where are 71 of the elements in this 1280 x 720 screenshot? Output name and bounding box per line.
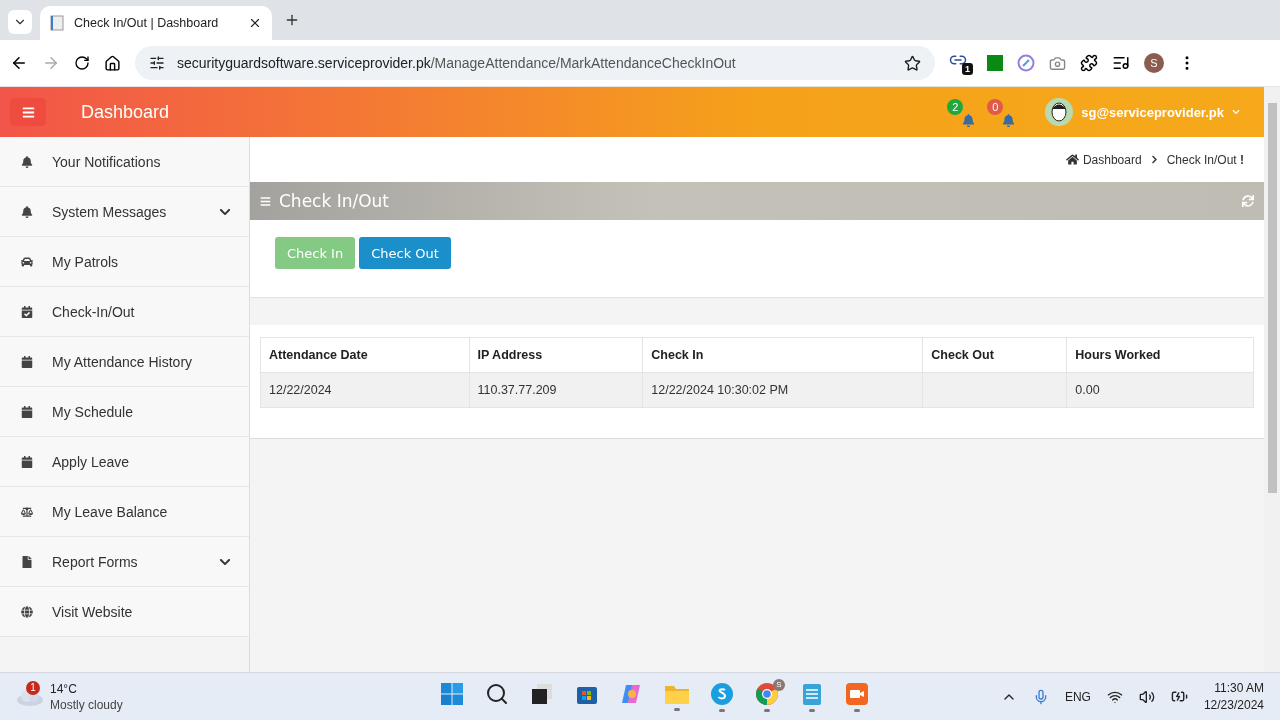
breadcrumb-item: Check In/Out !	[1166, 152, 1244, 167]
calendar-icon	[21, 455, 33, 468]
address-bar[interactable]: securityguardsoftware.serviceprovider.pk/ManageAttendance/MarkAttendanceCheckInOut	[135, 46, 935, 80]
avatar-icon	[1045, 98, 1074, 126]
column-header: Check In	[642, 337, 923, 373]
sidebar-item[interactable]: Apply Leave	[0, 437, 249, 487]
globe-icon	[21, 605, 33, 618]
media-control-icon[interactable]	[1112, 54, 1130, 72]
sidebar-item[interactable]: Report Forms	[0, 537, 249, 587]
bell-icon	[1002, 114, 1016, 127]
sidebar-item[interactable]: System Messages	[0, 187, 249, 237]
panel-title: Check In/Out	[279, 191, 391, 211]
plus-icon	[284, 12, 300, 28]
chrome-icon[interactable]	[755, 681, 779, 706]
table-cell: 0.00	[1066, 372, 1254, 408]
menu-button[interactable]	[10, 98, 46, 126]
tab-list-button[interactable]	[8, 10, 32, 34]
notification-bell[interactable]: 0	[985, 97, 1016, 127]
sidebar-item[interactable]: My Leave Balance	[0, 487, 249, 537]
swirl-extension-icon[interactable]	[1017, 54, 1035, 72]
table-cell: 110.37.77.209	[469, 372, 643, 408]
calendar-icon	[21, 405, 33, 418]
separator-icon	[1149, 155, 1159, 164]
file-icon	[21, 555, 33, 568]
back-icon[interactable]	[10, 54, 28, 72]
sidebar-item[interactable]: My Patrols	[0, 237, 249, 287]
task-view-icon[interactable]	[531, 682, 553, 705]
bell-icon	[21, 155, 33, 168]
bell-icon	[962, 114, 976, 127]
sidebar-item[interactable]: Visit Website	[0, 587, 249, 637]
close-icon[interactable]	[248, 16, 262, 30]
car-icon	[21, 255, 33, 268]
column-header: Hours Worked	[1066, 337, 1254, 373]
profile-badge: S	[773, 678, 785, 691]
home-icon[interactable]	[104, 54, 121, 72]
check-out-button[interactable]: Check Out	[359, 237, 451, 269]
scale-icon	[21, 505, 33, 518]
page-icon	[50, 15, 64, 31]
sidebar-item[interactable]: Your Notifications	[0, 137, 249, 187]
app-title: Dashboard	[81, 101, 171, 123]
browser-tab[interactable]: Check In/Out | Dashboard	[40, 6, 272, 40]
camera-app-icon[interactable]	[845, 681, 869, 706]
profile-avatar[interactable]: S	[1144, 53, 1164, 73]
column-header: Check Out	[922, 337, 1067, 373]
clock[interactable]: 11:30 AM 12/23/2024	[1203, 681, 1264, 712]
bell-icon	[21, 205, 33, 218]
weather-widget[interactable]: 1 14°C Mostly cloudy	[16, 681, 436, 712]
language-indicator[interactable]: ENG	[1064, 689, 1091, 704]
chevron-down-icon	[1232, 108, 1240, 116]
skype-icon[interactable]	[710, 681, 734, 706]
sidebar-item[interactable]: My Attendance History	[0, 337, 249, 387]
sidebar-item[interactable]: Check-In/Out	[0, 287, 249, 337]
bookmark-star-icon[interactable]	[904, 54, 921, 72]
search-icon[interactable]	[485, 681, 509, 706]
camera-icon[interactable]	[1049, 54, 1066, 72]
calendar-icon	[21, 355, 33, 368]
table-cell: 12/22/2024	[260, 372, 469, 408]
column-header: Attendance Date	[260, 337, 469, 373]
column-header: IP Address	[469, 337, 643, 373]
sidebar-item[interactable]: My Schedule	[0, 387, 249, 437]
extensions-icon[interactable]	[1080, 54, 1098, 72]
volume-icon[interactable]	[1138, 688, 1155, 705]
home-icon	[1065, 153, 1079, 166]
calendar-check-icon	[21, 305, 33, 318]
reload-icon[interactable]	[74, 55, 90, 71]
breadcrumb-item[interactable]: Dashboard	[1065, 152, 1142, 167]
menu-icon	[21, 105, 35, 119]
table-cell: 12/22/2024 10:30:02 PM	[642, 372, 923, 408]
windows-logo-icon[interactable]	[440, 681, 464, 706]
menu-icon	[260, 195, 271, 207]
site-settings-icon[interactable]	[149, 55, 165, 71]
